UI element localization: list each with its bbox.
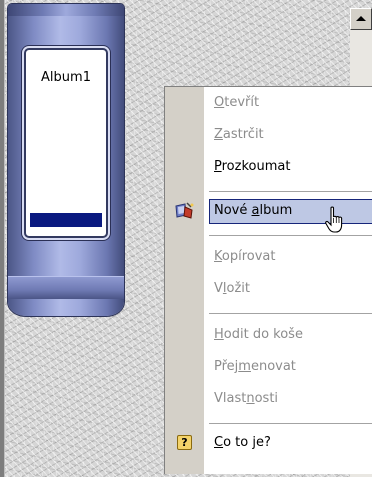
- menu-item-delete[interactable]: Hodit do koše: [165, 323, 372, 348]
- context-menu: Otevřít Zastrčit Prozkoumat Nové album K…: [164, 86, 372, 474]
- menu-item-copy[interactable]: Kopírovat: [165, 245, 372, 270]
- album-bottom-rim: [8, 276, 124, 299]
- menu-item-label: Zastrčit: [214, 127, 264, 142]
- album-selection-bar: [30, 213, 102, 227]
- menu-separator: [209, 191, 372, 192]
- menu-item-label: Vložit: [214, 281, 251, 296]
- menu-item-label: Hodit do koše: [214, 327, 303, 342]
- menu-item-explore[interactable]: Prozkoumat: [165, 155, 372, 180]
- menu-item-label: Vlastnosti: [214, 391, 279, 406]
- menu-item-paste[interactable]: Vložit: [165, 277, 372, 302]
- hand-cursor-icon: [325, 206, 343, 233]
- album-wand-icon: [175, 202, 194, 219]
- menu-item-label: Co to je?: [214, 435, 271, 450]
- menu-separator: [209, 313, 372, 314]
- album-card: Album1: [24, 48, 108, 238]
- menu-item-eject[interactable]: Zastrčit: [165, 123, 372, 148]
- menu-item-open[interactable]: Otevřít: [165, 91, 372, 116]
- menu-separator: [209, 423, 372, 424]
- menu-item-label: Otevřít: [214, 95, 260, 110]
- menu-item-rename[interactable]: Přejmenovat: [165, 355, 372, 380]
- menu-item-label: Přejmenovat: [214, 359, 296, 374]
- menu-item-label: Nové album: [214, 203, 293, 218]
- scroll-up-button[interactable]: [350, 8, 372, 30]
- menu-item-properties[interactable]: Vlastnosti: [165, 387, 372, 412]
- menu-item-label: Prozkoumat: [214, 159, 291, 174]
- album-item[interactable]: Album1: [8, 4, 124, 316]
- album-label: Album1: [41, 70, 91, 85]
- help-icon: ?: [177, 435, 192, 450]
- menu-item-whats-this[interactable]: ? Co to je?: [165, 431, 372, 456]
- menu-item-label: Kopírovat: [214, 249, 276, 264]
- window-left-border: [0, 0, 5, 477]
- album-top-rim: [8, 4, 124, 16]
